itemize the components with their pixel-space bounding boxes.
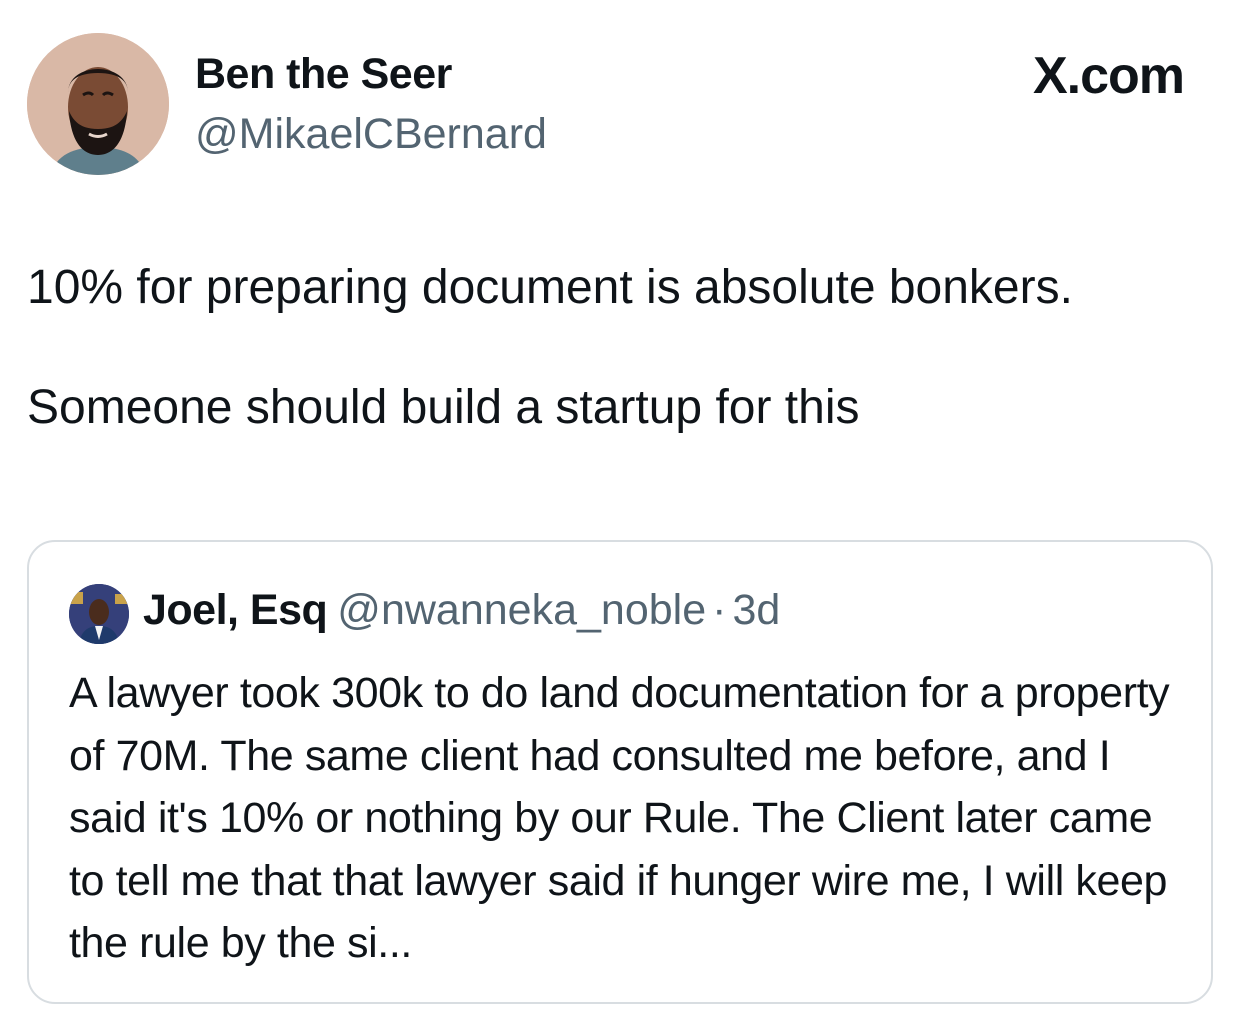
x-logo-text: X.com — [1032, 47, 1185, 105]
quoted-tweet-card[interactable]: Joel, Esq @nwanneka_noble · 3d A lawyer too… — [27, 540, 1213, 1004]
separator-dot: · — [712, 586, 727, 634]
quoted-tweet-time[interactable]: 3d — [732, 586, 780, 634]
quoted-tweet-header: Joel, Esq @nwanneka_noble · 3d — [143, 586, 780, 635]
author-handle[interactable]: @MikaelCBernard — [195, 110, 547, 159]
author-display-name[interactable]: Ben the Seer — [195, 50, 452, 99]
quoted-avatar-photo — [69, 584, 129, 644]
quoted-author-name[interactable]: Joel, Esq — [143, 586, 328, 634]
tweet-text: 10% for preparing document is absolute b… — [27, 261, 1073, 434]
author-avatar[interactable] — [27, 33, 169, 175]
avatar-illustration — [27, 33, 169, 175]
quoted-author-handle[interactable]: @nwanneka_noble — [337, 586, 706, 634]
quoted-author-avatar — [69, 584, 129, 644]
quoted-tweet-text: A lawyer took 300k to do land documentat… — [69, 669, 1170, 967]
